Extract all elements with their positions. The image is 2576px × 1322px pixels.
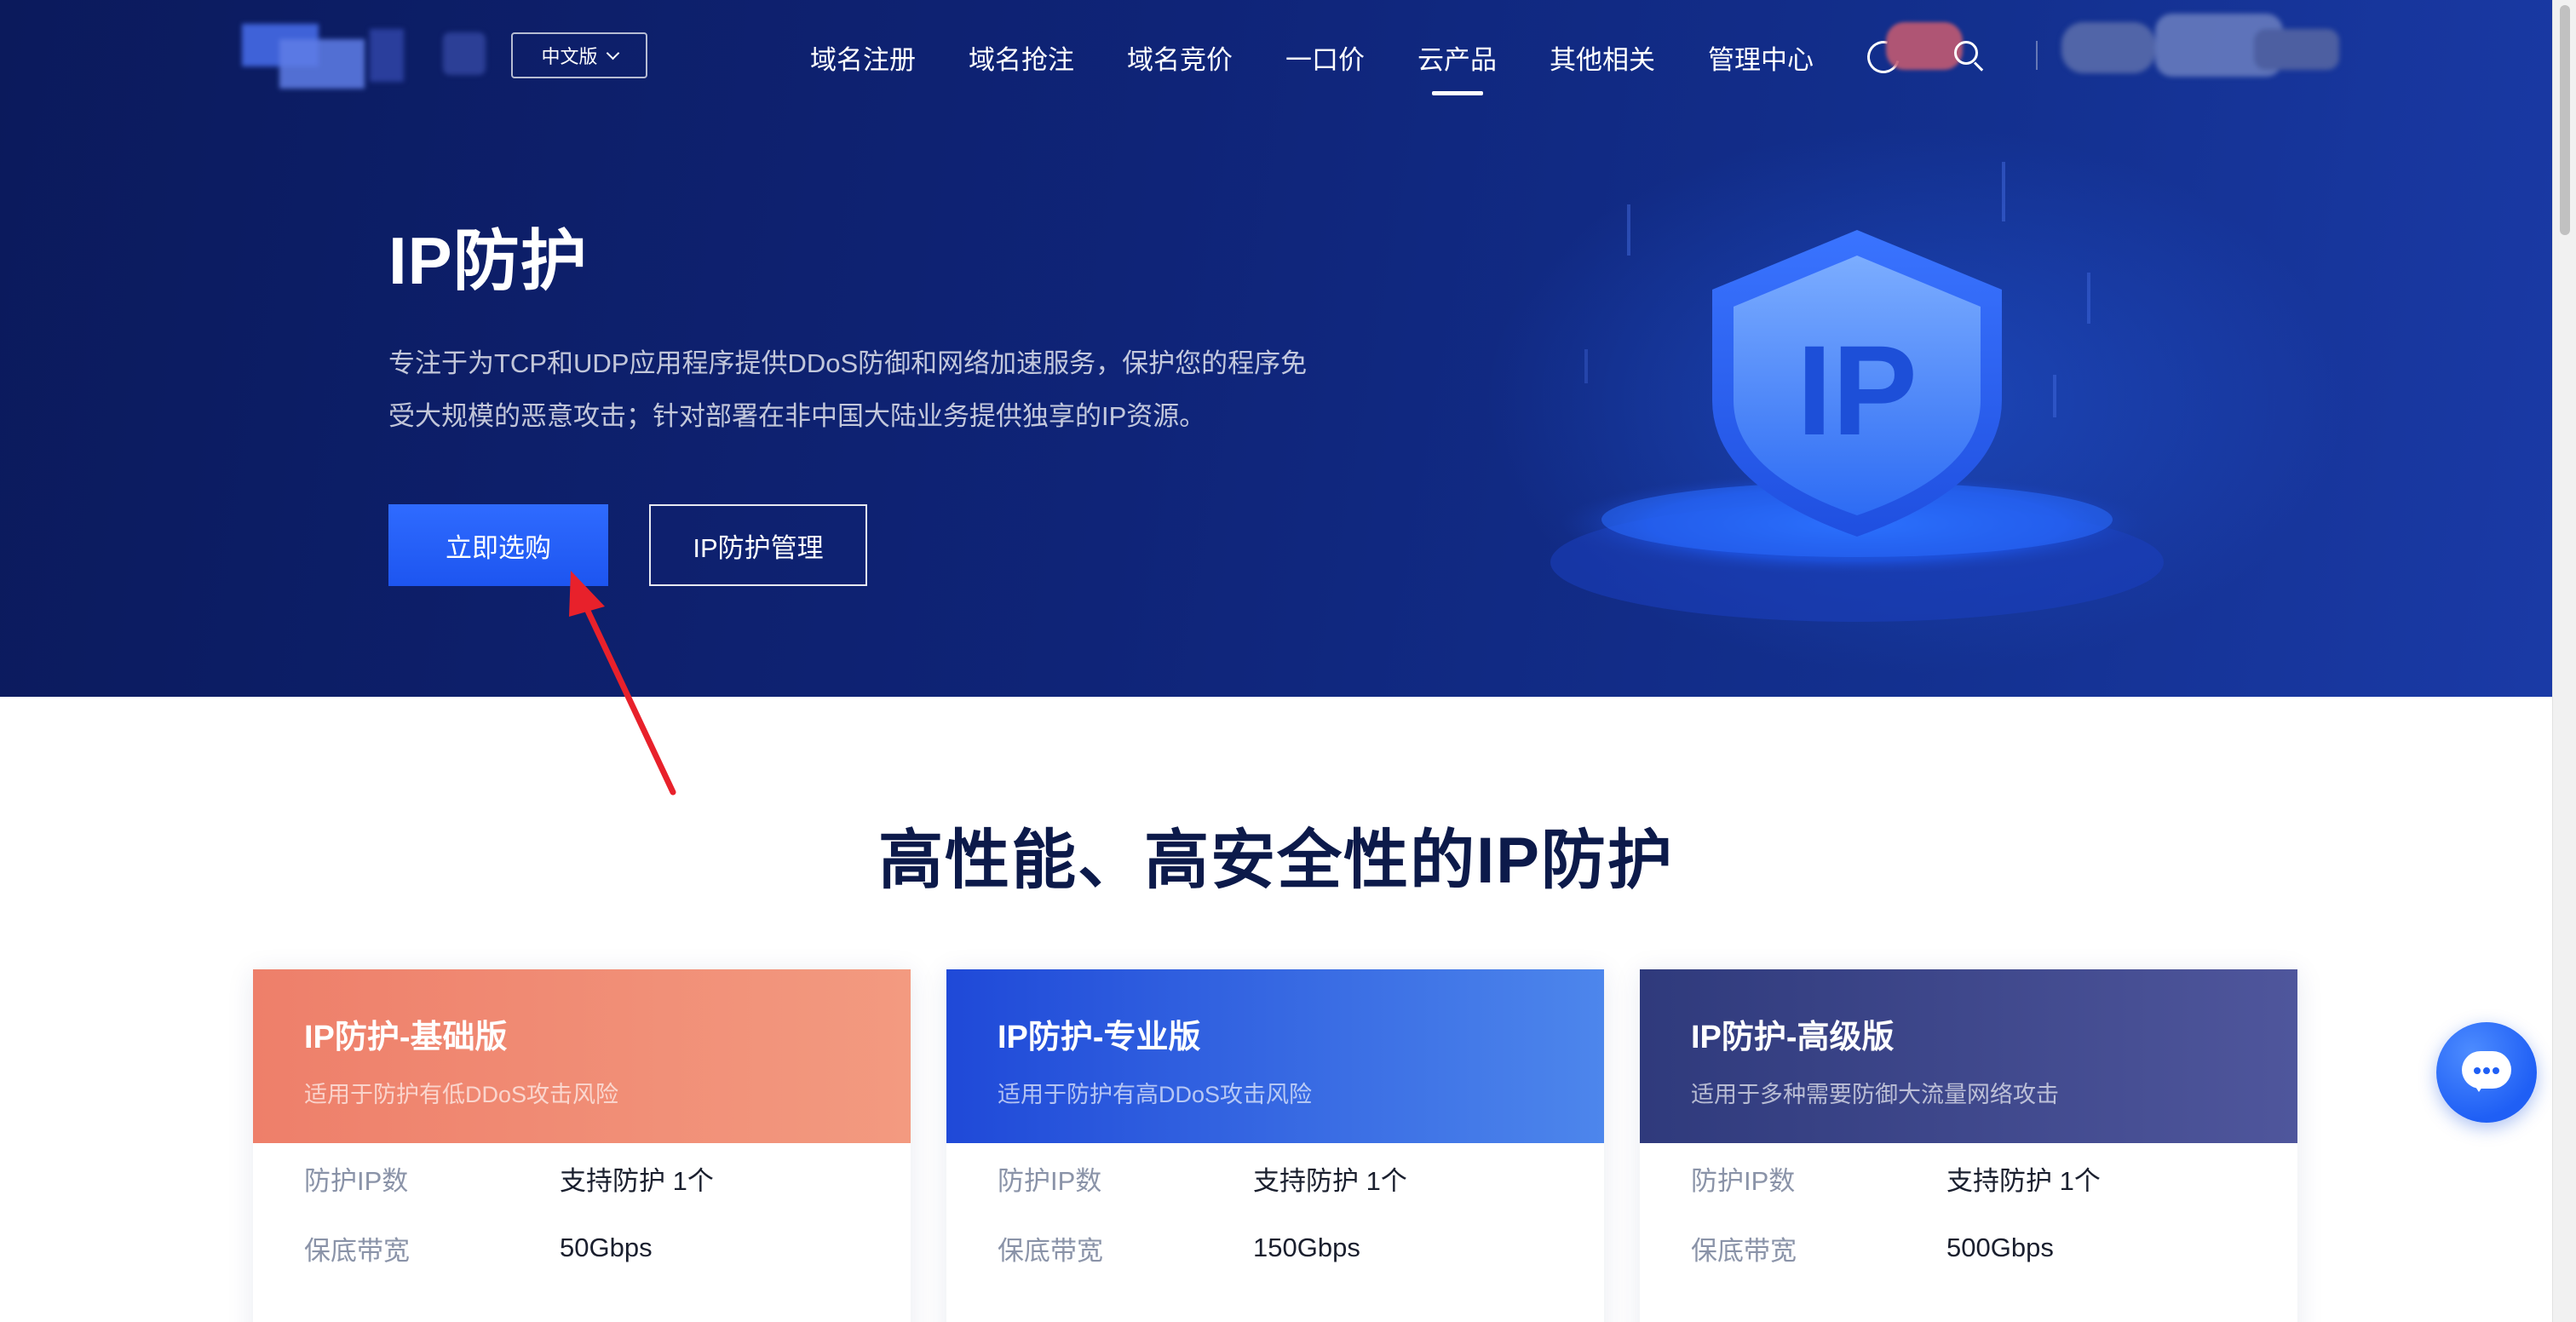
plan-name: IP防护-高级版 [1691, 1020, 1895, 1055]
scrollbar-thumb[interactable] [2560, 5, 2570, 235]
notification-badge[interactable] [1886, 22, 1963, 70]
user-account-menu[interactable] [2061, 14, 2343, 82]
hero-description-line-1: 专注于为TCP和UDP应用程序提供DDoS防御和网络加速服务，保护您的程序免 [388, 348, 1308, 378]
page: 中文版 域名注册 域名抢注 域名竞价 一口价 云产品 其他相关 管理中心 IP防… [0, 0, 2576, 1322]
hero-description-line-2: 受大规模的恶意攻击；针对部署在非中国大陆业务提供独享的IP资源。 [388, 401, 1206, 431]
nav-divider [2036, 41, 2038, 70]
site-logo[interactable] [242, 24, 489, 89]
plan-row: 防护IP数 支持防护 1个 [253, 1143, 911, 1213]
hero-banner: 中文版 域名注册 域名抢注 域名竞价 一口价 云产品 其他相关 管理中心 IP防… [0, 0, 2552, 697]
plan-name: IP防护-专业版 [998, 1020, 1201, 1055]
nav-item-cloud-products[interactable]: 云产品 [1391, 34, 1523, 80]
page-title: IP防护 [388, 223, 588, 298]
plan-row-label: 防护IP数 [1691, 1165, 1796, 1196]
chevron-down-icon [606, 46, 619, 60]
plan-card-professional[interactable]: IP防护-专业版 适用于防护有高DDoS攻击风险 防护IP数 支持防护 1个 保… [946, 969, 1604, 1322]
shield-illustration: IP [1550, 162, 2164, 622]
plan-card-header: IP防护-专业版 适用于防护有高DDoS攻击风险 [946, 969, 1604, 1143]
language-select-label: 中文版 [541, 46, 598, 67]
section-title: 高性能、高安全性的IP防护 [878, 825, 1674, 897]
nav-item-domain-auction[interactable]: 域名竞价 [1101, 34, 1259, 80]
plan-subtitle: 适用于多种需要防御大流量网络攻击 [1691, 1082, 2059, 1107]
nav-item-domain-snapback[interactable]: 域名抢注 [942, 34, 1101, 80]
plan-row-label: 保底带宽 [1691, 1235, 1797, 1266]
plan-card-advanced[interactable]: IP防护-高级版 适用于多种需要防御大流量网络攻击 防护IP数 支持防护 1个 … [1640, 969, 2297, 1322]
plan-subtitle: 适用于防护有低DDoS攻击风险 [304, 1082, 619, 1107]
top-nav: 中文版 域名注册 域名抢注 域名竞价 一口价 云产品 其他相关 管理中心 [0, 0, 2552, 112]
nav-item-fixed-price[interactable]: 一口价 [1259, 34, 1391, 80]
page-scrollbar[interactable] [2552, 0, 2576, 1322]
plan-row-label: 保底带宽 [304, 1235, 410, 1266]
shield-label: IP [1797, 319, 1918, 462]
plan-row-value: 支持防护 1个 [1946, 1165, 2101, 1196]
nav-item-other[interactable]: 其他相关 [1523, 34, 1682, 80]
annotation-arrow [569, 571, 676, 796]
chat-support-button[interactable] [2436, 1022, 2537, 1123]
search-icon[interactable] [1954, 41, 1985, 75]
plan-row-value: 50Gbps [560, 1233, 653, 1262]
plan-row-label: 防护IP数 [304, 1165, 409, 1196]
plan-row-value: 500Gbps [1946, 1233, 2054, 1262]
plan-row: 保底带宽 150Gbps [946, 1213, 1604, 1283]
plan-row: 防护IP数 支持防护 1个 [946, 1143, 1604, 1213]
hero-description: 专注于为TCP和UDP应用程序提供DDoS防御和网络加速服务，保护您的程序免 受… [388, 337, 1368, 443]
plan-row-value: 支持防护 1个 [1253, 1165, 1407, 1196]
nav-item-domain-register[interactable]: 域名注册 [784, 34, 942, 80]
plan-card-header: IP防护-基础版 适用于防护有低DDoS攻击风险 [253, 969, 911, 1143]
plan-subtitle: 适用于防护有高DDoS攻击风险 [998, 1082, 1313, 1107]
plan-row-value: 支持防护 1个 [560, 1165, 714, 1196]
plan-row: 保底带宽 50Gbps [253, 1213, 911, 1283]
plan-card-header: IP防护-高级版 适用于多种需要防御大流量网络攻击 [1640, 969, 2297, 1143]
plan-row: 保底带宽 500Gbps [1640, 1213, 2297, 1283]
language-select[interactable]: 中文版 [511, 32, 647, 78]
nav-item-management-center[interactable]: 管理中心 [1682, 34, 1840, 80]
plan-card-basic[interactable]: IP防护-基础版 适用于防护有低DDoS攻击风险 防护IP数 支持防护 1个 保… [253, 969, 911, 1322]
plan-row-label: 保底带宽 [998, 1235, 1103, 1266]
plan-row-value: 150Gbps [1253, 1233, 1360, 1262]
plan-row: 防护IP数 支持防护 1个 [1640, 1143, 2297, 1213]
nav-menu: 域名注册 域名抢注 域名竞价 一口价 云产品 其他相关 管理中心 [784, 34, 1840, 80]
plan-name: IP防护-基础版 [304, 1020, 508, 1055]
plan-row-label: 防护IP数 [998, 1165, 1102, 1196]
